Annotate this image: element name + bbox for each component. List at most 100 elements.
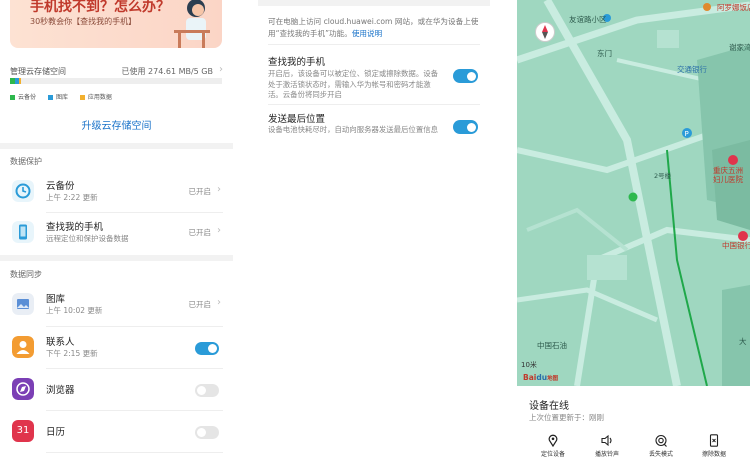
legend-label: 图库 <box>55 94 68 101</box>
lost-mode-icon <box>655 434 667 447</box>
contacts-sync-toggle[interactable] <box>195 342 219 355</box>
item-title: 查找我的手机 <box>46 222 104 233</box>
legend-item: 图库 <box>47 92 68 101</box>
upgrade-storage-button[interactable]: 升级云存储空间 <box>0 117 233 132</box>
map-label: 大 <box>739 337 747 346</box>
gallery-icon <box>12 293 34 315</box>
intro-text: 可在电脑上访问 cloud.huawei.com 网站，或在华为设备上使用“查找… <box>268 16 480 40</box>
list-item-contacts[interactable]: 联系人 下午 2:15 更新 <box>0 330 233 366</box>
item-title: 云备份 <box>46 181 75 192</box>
storage-usage-bar <box>10 78 222 84</box>
list-item-gallery[interactable]: 图库 上午 10:02 更新 已开启 › <box>0 287 233 323</box>
storage-legend: 云备份 图库 应用数据 <box>10 92 122 101</box>
send-last-location-toggle[interactable] <box>453 120 478 134</box>
compass-icon[interactable] <box>535 22 555 42</box>
legend-label: 应用数据 <box>87 94 112 101</box>
storage-usage: 已使用 274.61 MB/5 GB <box>121 67 213 76</box>
setting-title-send-last-location: 发送最后位置 <box>268 114 326 125</box>
list-item-find-my-phone[interactable]: 查找我的手机 远程定位和保护设备数据 已开启 › <box>0 215 233 251</box>
play-ringtone-button[interactable]: 播放铃声 <box>582 434 632 458</box>
location-updated-text: 上次位置更新于：刚刚 <box>529 413 604 422</box>
action-label: 播放铃声 <box>594 451 619 458</box>
calendar-icon: 31 <box>12 420 34 442</box>
calendar-sync-toggle[interactable] <box>195 426 219 439</box>
item-subtitle: 下午 2:15 更新 <box>46 349 98 358</box>
find-phone-toggle[interactable] <box>453 69 478 83</box>
section-separator <box>258 0 490 6</box>
find-my-phone-settings-panel: 可在电脑上访问 cloud.huawei.com 网站，或在华为设备上使用“查找… <box>258 0 490 462</box>
logo-text: du <box>536 373 548 382</box>
chevron-right-icon: › <box>219 64 223 75</box>
item-title: 联系人 <box>46 337 75 348</box>
logo-text: Bai <box>523 373 537 382</box>
setting-title-find-phone: 查找我的手机 <box>268 57 326 68</box>
logo-text: 地图 <box>547 376 559 382</box>
item-status: 已开启 <box>188 187 212 196</box>
divider <box>46 452 223 453</box>
map-label: 友谊路小区 <box>569 15 607 24</box>
map-graphics: P <box>517 0 750 386</box>
map-label: 东门 <box>597 49 612 58</box>
map-label: 谢家湾 <box>729 43 750 52</box>
banner-illustration <box>174 0 210 48</box>
list-item-calendar[interactable]: 31 日历 <box>0 414 233 450</box>
map-label: 阿罗娜饭店 <box>717 3 750 12</box>
divider <box>46 326 223 327</box>
banner-title: 手机找不到？怎么办？ <box>30 0 170 15</box>
divider <box>46 212 223 213</box>
setting-description-find-phone: 开启后，该设备可以被定位、锁定或擦除数据。设备处于激活锁状态时，需输入华为帐号和… <box>268 69 438 99</box>
divider <box>46 410 223 411</box>
location-pin-icon <box>548 434 558 447</box>
svg-text:P: P <box>685 130 689 138</box>
item-title: 日历 <box>46 427 66 438</box>
device-actions-bar: 定位设备 播放铃声 丢失模式 擦除数据 <box>517 434 750 462</box>
map-scale: 10米 <box>521 361 537 369</box>
cloud-backup-icon <box>12 180 34 202</box>
item-title: 浏览器 <box>46 385 75 396</box>
item-title: 图库 <box>46 294 66 305</box>
storage-bar-appdata <box>19 78 21 84</box>
divider <box>268 104 480 105</box>
section-title-protection: 数据保护 <box>10 157 42 166</box>
erase-data-button[interactable]: 擦除数据 <box>689 434 739 458</box>
device-online-status: 设备在线 <box>529 401 569 412</box>
item-subtitle: 上午 10:02 更新 <box>46 306 103 315</box>
item-status: 已开启 <box>188 300 212 309</box>
map-label: 中国石油 <box>537 341 567 350</box>
browser-sync-toggle[interactable] <box>195 384 219 397</box>
banner-subtitle: 30秒教会你【查找我的手机】 <box>30 17 137 26</box>
list-item-browser[interactable]: 浏览器 <box>0 372 233 408</box>
section-title-sync: 数据同步 <box>10 270 42 279</box>
action-label: 丢失模式 <box>648 451 673 458</box>
map-label: 2号楼 <box>654 172 672 180</box>
chevron-right-icon: › <box>217 225 221 236</box>
find-phone-promo-banner[interactable]: 手机找不到？怎么办？ 30秒教会你【查找我的手机】 <box>10 0 222 48</box>
chevron-right-icon: › <box>217 297 221 308</box>
lost-mode-button[interactable]: 丢失模式 <box>636 434 686 458</box>
baidu-map-logo: Baidu地图 <box>523 373 558 382</box>
item-status: 已开启 <box>188 228 212 237</box>
location-map[interactable]: P 友谊路小区 东门 交通银行 阿罗娜饭店 谢家湾 重庆五洲妇儿医院 中国银行 … <box>517 0 750 386</box>
usage-guide-link[interactable]: 使用说明 <box>352 29 382 38</box>
setting-description-send-last-location: 设备电池快耗尽时，自动向服务器发送最后位置信息 <box>268 125 438 134</box>
manage-storage-row[interactable]: 管理云存储空间 已使用 274.61 MB/5 GB › <box>10 64 223 78</box>
speaker-icon <box>601 434 612 447</box>
list-item-cloud-backup[interactable]: 云备份 上午 2:22 更新 已开启 › <box>0 174 233 210</box>
action-label: 擦除数据 <box>701 451 726 458</box>
divider <box>46 368 223 369</box>
phone-icon <box>12 221 34 243</box>
contacts-icon <box>12 336 34 358</box>
chevron-right-icon: › <box>217 184 221 195</box>
section-separator <box>0 255 233 261</box>
storage-label: 管理云存储空间 <box>10 67 66 76</box>
legend-item: 云备份 <box>10 92 36 101</box>
map-label: 中国银行 <box>722 241 750 250</box>
device-location-panel: P 友谊路小区 东门 交通银行 阿罗娜饭店 谢家湾 重庆五洲妇儿医院 中国银行 … <box>517 0 750 462</box>
locate-device-button[interactable]: 定位设备 <box>528 434 578 458</box>
erase-phone-icon <box>709 434 719 447</box>
divider <box>268 44 480 45</box>
action-label: 定位设备 <box>540 451 565 458</box>
legend-label: 云备份 <box>18 94 37 101</box>
browser-icon <box>12 378 34 400</box>
map-label: 重庆五洲妇儿医院 <box>713 166 743 184</box>
